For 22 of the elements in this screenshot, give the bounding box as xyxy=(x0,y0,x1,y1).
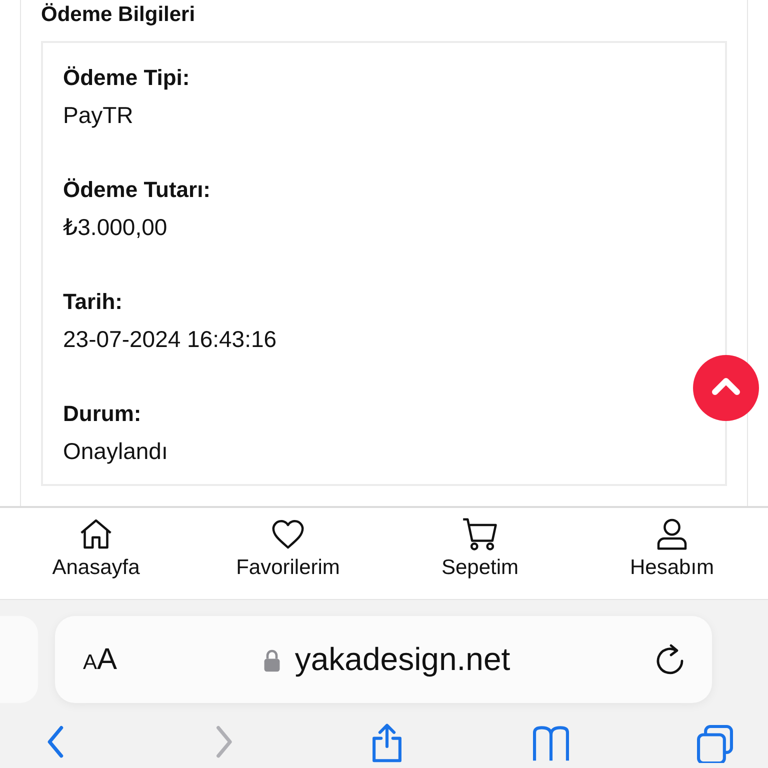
field-value: PayTR xyxy=(63,101,134,130)
address-field[interactable]: AA yakadesign.net xyxy=(55,616,712,703)
nav-item[interactable]: Anasayfa xyxy=(0,508,192,599)
reload-icon[interactable] xyxy=(656,642,686,676)
field-label: Ödeme Tutarı: xyxy=(63,176,212,204)
lock-icon xyxy=(262,648,281,672)
field-label: Tarih: xyxy=(63,288,124,316)
tabs-icon[interactable] xyxy=(696,723,734,763)
cart-icon xyxy=(462,516,498,552)
section-title: Ödeme Bilgileri xyxy=(41,2,196,27)
nav-item[interactable]: Favorilerim xyxy=(192,508,384,599)
chevron-up-icon xyxy=(711,376,741,396)
field-label: Durum: xyxy=(63,400,142,428)
url-text: yakadesign.net xyxy=(294,641,510,678)
field-value: Onaylandı xyxy=(63,437,169,466)
book-icon[interactable] xyxy=(532,723,570,763)
field-label: Ödeme Tipi: xyxy=(63,64,191,92)
field-value: 23-07-2024 16:43:16 xyxy=(63,325,278,354)
field-value: ₺3.000,00 xyxy=(63,213,168,242)
nav-item[interactable]: Sepetim xyxy=(384,508,576,599)
nav-item[interactable]: Hesabım xyxy=(576,508,768,599)
text-size-button[interactable]: AA xyxy=(83,642,118,676)
